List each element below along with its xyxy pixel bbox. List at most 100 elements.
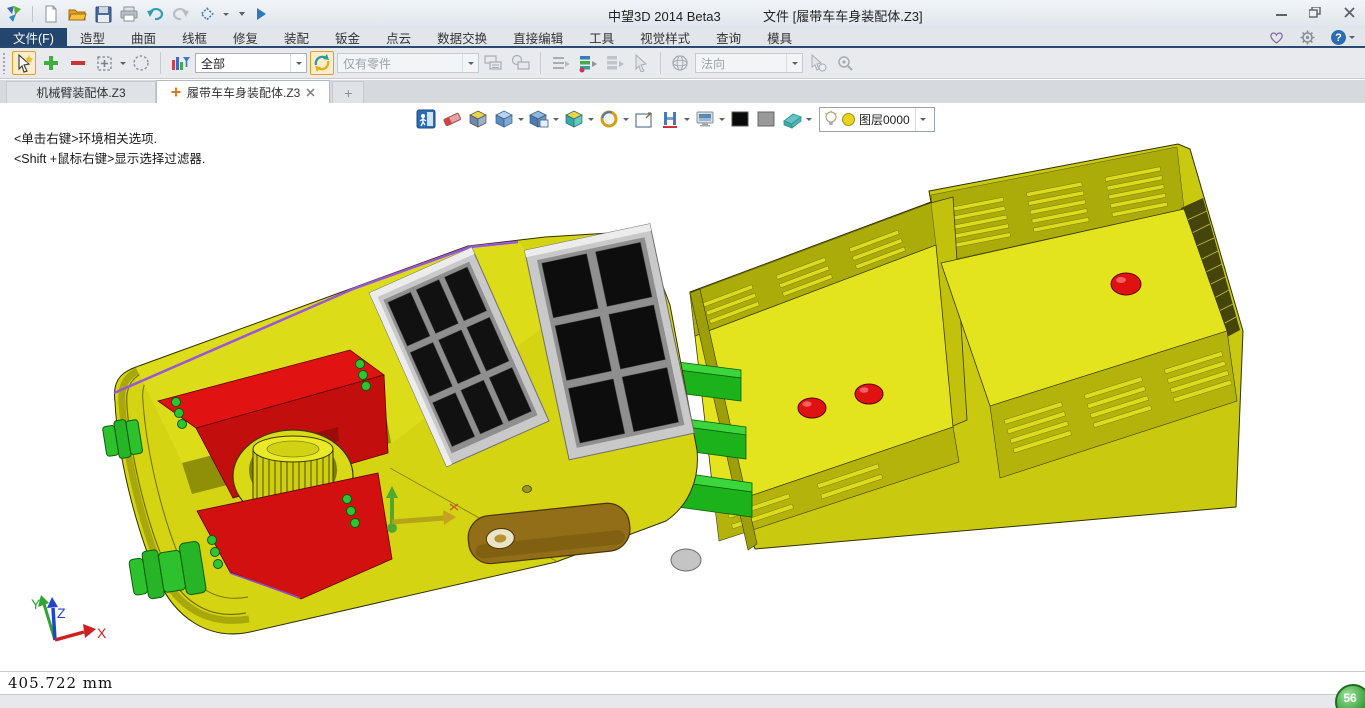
- zoom-ring-caret-icon[interactable]: [623, 118, 629, 121]
- black-swatch[interactable]: [728, 108, 751, 131]
- orient-combo[interactable]: 法向: [695, 53, 803, 73]
- model-canvas[interactable]: Y Z X: [0, 103, 1365, 671]
- remove-icon[interactable]: [66, 51, 90, 75]
- shade-cube-icon[interactable]: [492, 108, 515, 131]
- section-h-caret-icon[interactable]: [684, 118, 690, 121]
- regen-icon[interactable]: [197, 4, 217, 24]
- pair-icon-2[interactable]: [509, 51, 533, 75]
- menu-tab-mold[interactable]: 模具: [754, 28, 805, 46]
- minimize-button[interactable]: [1273, 5, 1289, 19]
- new-tab-button[interactable]: +: [332, 81, 364, 103]
- convert-icon[interactable]: [310, 51, 334, 75]
- add-icon[interactable]: [39, 51, 63, 75]
- help-caret-icon[interactable]: [1349, 36, 1355, 39]
- tab-close-icon[interactable]: [306, 88, 315, 97]
- filter-list-icon[interactable]: [168, 51, 192, 75]
- menu-tab-pointcloud[interactable]: 点云: [373, 28, 424, 46]
- favorites-heart-icon[interactable]: [1269, 31, 1284, 44]
- regen-caret-icon[interactable]: [223, 13, 229, 16]
- divider: [660, 52, 661, 74]
- exit-icon[interactable]: [414, 108, 437, 131]
- restore-button[interactable]: [1307, 5, 1323, 19]
- body-unit[interactable]: [690, 144, 1243, 550]
- toolbar-grip[interactable]: [2, 52, 7, 74]
- section-cube-caret-icon[interactable]: [588, 118, 594, 121]
- layer-combo[interactable]: 图层0000: [819, 107, 935, 132]
- section-cube-icon[interactable]: [562, 108, 585, 131]
- measurement-readout: 405.722 mm: [0, 674, 113, 692]
- menu-tab-dataexchange[interactable]: 数据交换: [424, 28, 500, 46]
- print-icon[interactable]: [119, 4, 139, 24]
- red-port[interactable]: [855, 384, 883, 404]
- pick-box-icon[interactable]: [93, 51, 117, 75]
- menu-tab-wireframe[interactable]: 线框: [169, 28, 220, 46]
- doc-tab-track-body[interactable]: 履带车车身装配体.Z3: [156, 80, 330, 103]
- stack-list-icon-2[interactable]: [575, 51, 599, 75]
- toolbar-options-icon[interactable]: [239, 12, 245, 16]
- menu-tab-directedit[interactable]: 直接编辑: [500, 28, 576, 46]
- hint-line-2: <Shift +鼠标右键>显示选择过滤器.: [14, 149, 205, 169]
- shade-cube-caret-icon[interactable]: [518, 118, 524, 121]
- menu-tab-assembly[interactable]: 装配: [271, 28, 322, 46]
- material-wedge-icon[interactable]: [780, 108, 803, 131]
- inquire-scope-combo[interactable]: 仅有零件: [337, 53, 479, 73]
- red-port[interactable]: [1111, 273, 1141, 295]
- menu-tab-shape[interactable]: 造型: [67, 28, 118, 46]
- material-wedge-caret-icon[interactable]: [806, 118, 812, 121]
- layer-color-swatch[interactable]: [841, 112, 856, 127]
- redo-icon[interactable]: [171, 4, 191, 24]
- undo-icon[interactable]: [145, 4, 165, 24]
- gray-swatch[interactable]: [754, 108, 777, 131]
- menu-tab-file[interactable]: 文件(F): [0, 28, 67, 46]
- menu-tab-visualstyle[interactable]: 视觉样式: [627, 28, 703, 46]
- pick-box-caret-icon[interactable]: [120, 62, 126, 65]
- menu-tab-sheetmetal[interactable]: 钣金: [322, 28, 373, 46]
- pair-icon-1[interactable]: [482, 51, 506, 75]
- selection-filter-combo[interactable]: 全部: [195, 53, 307, 73]
- zoom-ring-icon[interactable]: [597, 108, 620, 131]
- gray-pin[interactable]: [671, 549, 701, 571]
- divider: [32, 6, 33, 22]
- close-button[interactable]: [1341, 5, 1357, 19]
- inquire-scope-caret[interactable]: [462, 54, 478, 72]
- background-caret-icon[interactable]: [719, 118, 725, 121]
- status-strip: [0, 694, 1365, 708]
- pick-plus-icon[interactable]: [806, 51, 830, 75]
- iso-view-icon[interactable]: [466, 108, 489, 131]
- selection-filter-caret[interactable]: [290, 54, 306, 72]
- zoom-window-icon[interactable]: [632, 108, 655, 131]
- eraser-icon[interactable]: [440, 108, 463, 131]
- lasso-icon[interactable]: [129, 51, 153, 75]
- help-button[interactable]: ?: [1331, 30, 1355, 45]
- track-unit[interactable]: [102, 224, 698, 634]
- doc-tab-robot-arm[interactable]: 机械臂装配体.Z3: [6, 81, 156, 103]
- menu-tab-inquire[interactable]: 查询: [703, 28, 754, 46]
- orient-caret[interactable]: [786, 54, 802, 72]
- stack-list-icon-3[interactable]: [602, 51, 626, 75]
- settings-gear-icon[interactable]: [1300, 30, 1315, 45]
- red-port[interactable]: [798, 398, 826, 418]
- play-icon[interactable]: [251, 4, 271, 24]
- new-file-icon[interactable]: [41, 4, 61, 24]
- open-folder-icon[interactable]: [67, 4, 87, 24]
- stack-list-icon-1[interactable]: [548, 51, 572, 75]
- layer-combo-caret[interactable]: [915, 108, 930, 131]
- menu-tab-repair[interactable]: 修复: [220, 28, 271, 46]
- save-icon[interactable]: [93, 4, 113, 24]
- section-h-icon[interactable]: [658, 108, 681, 131]
- inspect-gear-icon[interactable]: [833, 51, 857, 75]
- bulb-icon[interactable]: [824, 110, 838, 128]
- pick-arrow-icon[interactable]: [629, 51, 653, 75]
- viewport[interactable]: Y Z X: [0, 103, 1365, 671]
- display-mode-caret-icon[interactable]: [553, 118, 559, 121]
- menu-tab-tools[interactable]: 工具: [576, 28, 627, 46]
- orient-sphere-icon[interactable]: [668, 51, 692, 75]
- display-mode-icon[interactable]: [527, 108, 550, 131]
- background-icon[interactable]: [693, 108, 716, 131]
- zw3d-window: 中望3D 2014 Beta3 文件 [履带车车身装配体.Z3] 文件(F) 造…: [0, 0, 1365, 708]
- help-icon[interactable]: ?: [1331, 30, 1346, 45]
- select-arrow-icon[interactable]: [12, 51, 36, 75]
- menu-tab-surface[interactable]: 曲面: [118, 28, 169, 46]
- orient-value: 法向: [701, 55, 725, 72]
- axle-upper[interactable]: [102, 417, 144, 460]
